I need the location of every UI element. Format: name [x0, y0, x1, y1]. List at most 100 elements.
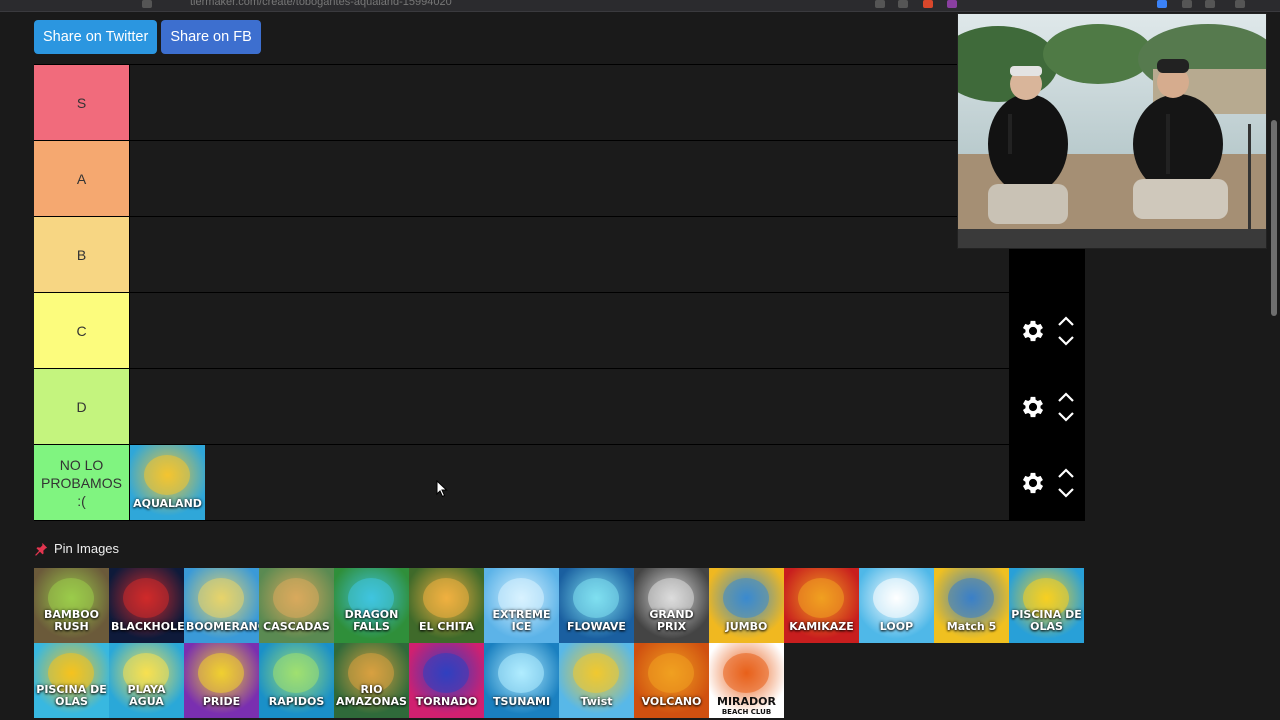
- settings-icon[interactable]: [1235, 0, 1245, 8]
- pin-images-toggle[interactable]: Pin Images: [34, 541, 119, 556]
- browser-toolbar: tiermaker.com/create/tobogantes-aqualand…: [0, 0, 1280, 12]
- image-tile[interactable]: GRAND PRIX: [634, 568, 709, 643]
- tier-dropzone[interactable]: [129, 217, 1009, 292]
- pin-images-label: Pin Images: [54, 541, 120, 556]
- image-tile[interactable]: EXTREME ICE: [484, 568, 559, 643]
- profile-icon[interactable]: [947, 0, 957, 8]
- tier-label[interactable]: NO LO PROBAMOS :(: [34, 445, 129, 520]
- tier-move-arrows: [1057, 315, 1075, 347]
- tile-label: BLACKHOLE: [111, 620, 184, 633]
- chevron-up-icon[interactable]: [1057, 467, 1075, 479]
- tile-label: LOOP: [879, 620, 914, 633]
- tile-label: PISCINA DE OLAS: [1011, 608, 1082, 633]
- image-tile[interactable]: AQUALAND: [130, 445, 205, 520]
- image-tile[interactable]: PLAYA AGUA: [109, 643, 184, 718]
- tile-art: [723, 578, 769, 618]
- address-bar[interactable]: tiermaker.com/create/tobogantes-aqualand…: [190, 0, 452, 8]
- tier-dropzone[interactable]: [129, 369, 1009, 444]
- chevron-up-icon[interactable]: [1057, 315, 1075, 327]
- star-icon[interactable]: [142, 0, 152, 8]
- image-tile[interactable]: Twist: [559, 643, 634, 718]
- gear-icon[interactable]: [1019, 469, 1047, 497]
- mouse-cursor-icon: [436, 480, 448, 498]
- webcam-video: [958, 14, 1266, 248]
- tile-label: FLOWAVE: [567, 620, 626, 633]
- tile-art: [573, 653, 619, 693]
- chevron-down-icon[interactable]: [1057, 335, 1075, 347]
- tier-label[interactable]: D: [34, 369, 129, 444]
- tier-dropzone[interactable]: AQUALAND: [129, 445, 1009, 520]
- webcam-overlay: [957, 13, 1267, 249]
- bookmark-icon[interactable]: [875, 0, 885, 8]
- chevron-up-icon[interactable]: [1057, 391, 1075, 403]
- chevron-down-icon[interactable]: [1057, 487, 1075, 499]
- extension-icon[interactable]: [898, 0, 908, 8]
- image-pool: BAMBOO RUSH BLACKHOLE BOOMERANG CASCADAS DRA…: [34, 568, 1085, 718]
- tile-label: AQUALAND: [133, 497, 202, 510]
- tile-label: DRAGON FALLS: [344, 608, 399, 633]
- tile-label: KAMIKAZE: [789, 620, 854, 633]
- tier-label[interactable]: C: [34, 293, 129, 368]
- menu-icon[interactable]: [1205, 0, 1215, 8]
- tile-label: TSUNAMI: [492, 695, 551, 708]
- pushpin-icon: [35, 542, 48, 556]
- tile-art: [498, 653, 544, 693]
- tile-label: PLAYA AGUA: [127, 683, 166, 708]
- gear-icon[interactable]: [1019, 317, 1047, 345]
- image-tile[interactable]: RAPIDOS: [259, 643, 334, 718]
- page-scrollbar[interactable]: [1271, 120, 1277, 316]
- tier-dropzone[interactable]: [129, 141, 1085, 216]
- tile-label: EXTREME ICE: [492, 608, 551, 633]
- tile-label: BAMBOO RUSH: [44, 608, 99, 633]
- tile-art: [648, 653, 694, 693]
- tile-label: GRAND PRIX: [649, 608, 694, 633]
- tile-label: RIO AMAZONAS: [336, 683, 407, 708]
- image-tile[interactable]: Match 5: [934, 568, 1009, 643]
- tier-label[interactable]: S: [34, 65, 129, 140]
- image-tile[interactable]: PISCINA DE OLAS: [1009, 568, 1084, 643]
- tier-controls: [1009, 369, 1085, 444]
- image-tile[interactable]: TSUNAMI: [484, 643, 559, 718]
- tile-label: Twist: [580, 695, 613, 708]
- image-tile[interactable]: FLOWAVE: [559, 568, 634, 643]
- image-tile[interactable]: EL CHITA: [409, 568, 484, 643]
- tile-label: VOLCANO: [641, 695, 702, 708]
- image-tile[interactable]: BAMBOO RUSH: [34, 568, 109, 643]
- tile-art: [198, 578, 244, 618]
- tier-list: S A B C D NO LO PROBAMOS :( AQUALAND: [34, 64, 1085, 521]
- image-tile[interactable]: JUMBO: [709, 568, 784, 643]
- tile-art: [273, 578, 319, 618]
- tier-label[interactable]: B: [34, 217, 129, 292]
- chevron-down-icon[interactable]: [1057, 411, 1075, 423]
- download-icon[interactable]: [1157, 0, 1167, 8]
- tier-controls: [1009, 445, 1085, 520]
- share-twitter-button[interactable]: Share on Twitter: [34, 20, 158, 54]
- image-tile[interactable]: BOOMERANG: [184, 568, 259, 643]
- image-tile[interactable]: DRAGON FALLS: [334, 568, 409, 643]
- tier-row: B: [34, 217, 1085, 293]
- tier-label[interactable]: A: [34, 141, 129, 216]
- image-tile[interactable]: BLACKHOLE: [109, 568, 184, 643]
- tier-dropzone[interactable]: [129, 65, 1085, 140]
- tile-art: [273, 653, 319, 693]
- image-tile[interactable]: MIRADOR BEACH CLUB: [709, 643, 784, 718]
- image-tile[interactable]: RIO AMAZONAS: [334, 643, 409, 718]
- tile-sublabel: BEACH CLUB: [721, 708, 772, 716]
- extension-icon[interactable]: [923, 0, 933, 8]
- gear-icon[interactable]: [1019, 393, 1047, 421]
- tier-controls: [1009, 293, 1085, 368]
- image-tile[interactable]: PRIDE: [184, 643, 259, 718]
- image-tile[interactable]: VOLCANO: [634, 643, 709, 718]
- share-fb-button[interactable]: Share on FB: [161, 20, 261, 54]
- image-tile[interactable]: LOOP: [859, 568, 934, 643]
- image-tile[interactable]: TORNADO: [409, 643, 484, 718]
- window-icon[interactable]: [1182, 0, 1192, 8]
- tile-art: [123, 578, 169, 618]
- share-buttons: Share on Twitter Share on FB: [34, 20, 261, 54]
- tile-label: EL CHITA: [419, 620, 474, 633]
- tier-dropzone[interactable]: [129, 293, 1009, 368]
- image-tile[interactable]: PISCINA DE OLAS: [34, 643, 109, 718]
- tier-move-arrows: [1057, 467, 1075, 499]
- image-tile[interactable]: KAMIKAZE: [784, 568, 859, 643]
- image-tile[interactable]: CASCADAS: [259, 568, 334, 643]
